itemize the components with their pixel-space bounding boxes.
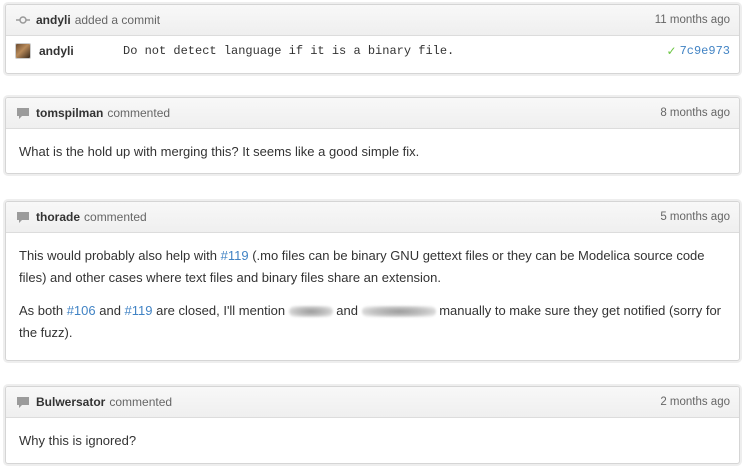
comment-paragraph-1: This would probably also help with #119 … xyxy=(19,245,726,289)
comment-author-link[interactable]: Bulwersator xyxy=(36,395,105,409)
comment-icon xyxy=(15,394,31,410)
comment-timestamp[interactable]: 8 months ago xyxy=(660,107,730,119)
comment-author-link[interactable]: tomspilman xyxy=(36,106,103,120)
commit-event-header: andyli added a commit 11 months ago xyxy=(6,5,739,36)
comment-header: thorade commented 5 months ago xyxy=(6,202,739,233)
paragraph-text: and xyxy=(95,303,125,318)
commit-event-card: andyli added a commit 11 months ago andy… xyxy=(5,4,740,74)
comment-timestamp[interactable]: 2 months ago xyxy=(660,396,730,408)
comment-paragraph-2: As both #106 and #119 are closed, I'll m… xyxy=(19,300,726,344)
check-icon: ✓ xyxy=(666,43,677,58)
issue-link-119[interactable]: #119 xyxy=(125,303,153,318)
comment-action-text: commented xyxy=(107,106,171,120)
commit-sha-link[interactable]: 7c9e973 xyxy=(680,44,730,58)
comment-icon xyxy=(15,105,31,121)
paragraph-text: and xyxy=(332,303,362,318)
commit-icon xyxy=(15,12,31,28)
comment-author-link[interactable]: thorade xyxy=(36,210,80,224)
avatar[interactable] xyxy=(15,42,31,59)
comment-body: Why this is ignored? xyxy=(6,418,739,463)
event-action-text: added a commit xyxy=(74,13,161,27)
comment-card: Bulwersator commented 2 months ago Why t… xyxy=(5,386,740,464)
redacted-mention xyxy=(288,306,333,318)
comment-icon xyxy=(15,209,31,225)
comment-body: What is the hold up with merging this? I… xyxy=(6,129,739,173)
comment-action-text: commented xyxy=(109,395,173,409)
commit-row: andyli Do not detect language if it is a… xyxy=(6,36,739,65)
comment-action-text: commented xyxy=(84,210,147,224)
commit-author-link[interactable]: andyli xyxy=(39,44,123,58)
event-timestamp[interactable]: 11 months ago xyxy=(655,14,730,26)
commit-message-link[interactable]: Do not detect language if it is a binary… xyxy=(123,44,454,58)
comment-card: thorade commented 5 months ago This woul… xyxy=(5,201,740,361)
comment-text: Why this is ignored? xyxy=(19,433,137,448)
event-author-link[interactable]: andyli xyxy=(36,13,71,27)
comment-timestamp[interactable]: 5 months ago xyxy=(660,211,730,223)
comment-body: This would probably also help with #119 … xyxy=(6,233,739,356)
comment-card: tomspilman commented 8 months ago What i… xyxy=(5,97,740,174)
redacted-mention xyxy=(361,306,436,318)
comment-header: Bulwersator commented 2 months ago xyxy=(6,387,739,418)
issue-link-106[interactable]: #106 xyxy=(67,303,96,318)
paragraph-text: As both xyxy=(19,303,67,318)
commit-sha[interactable]: ✓ 7c9e973 xyxy=(667,44,730,58)
paragraph-text: This would probably also help with xyxy=(19,248,221,263)
comment-text: What is the hold up with merging this? I… xyxy=(19,144,420,159)
issue-link-119[interactable]: #119 xyxy=(221,248,249,263)
paragraph-text: are closed, I'll mention xyxy=(152,303,289,318)
comment-header: tomspilman commented 8 months ago xyxy=(6,98,739,129)
